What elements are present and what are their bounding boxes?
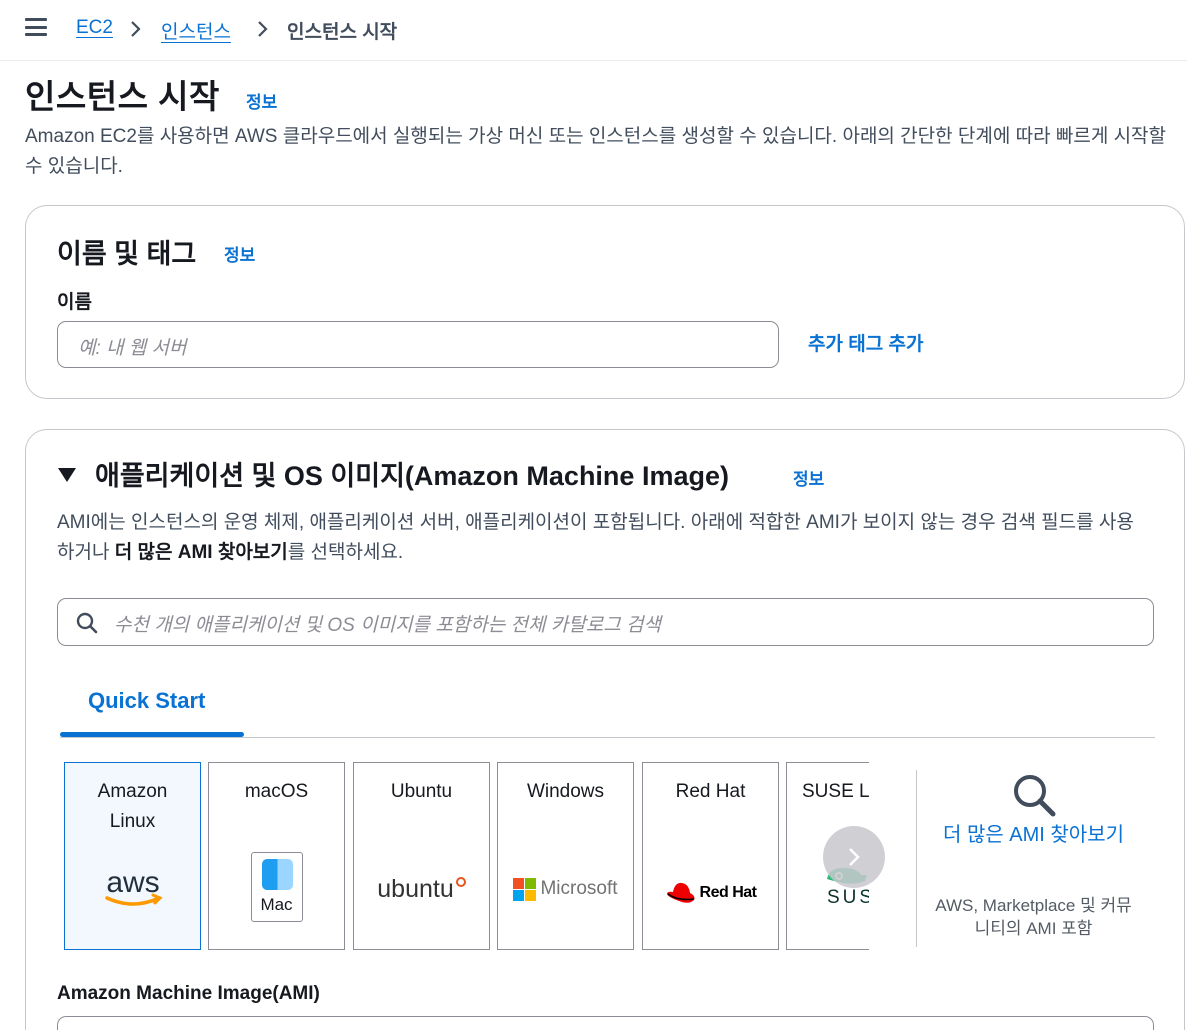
breadcrumb-instances[interactable]: 인스턴스: [161, 17, 231, 44]
chevron-right-icon: [849, 848, 860, 866]
redhat-logo-icon: Red Hat: [643, 863, 778, 923]
browse-more-amis-link[interactable]: 더 많은 AMI 찾아보기: [931, 820, 1136, 850]
top-bar: EC2 인스턴스 인스턴스 시작: [0, 0, 1187, 61]
browse-more-amis: 더 많은 AMI 찾아보기 AWS, Marketplace 및 커뮤니티의 A…: [931, 770, 1136, 950]
name-input[interactable]: 예: 내 웹 서버: [57, 321, 779, 368]
aws-logo-icon: aws: [65, 858, 200, 918]
tab-divider: [60, 737, 1155, 738]
page-description: Amazon EC2를 사용하면 AWS 클라우드에서 실행되는 가상 머신 또…: [25, 126, 1167, 177]
tile-label: Ubuntu: [390, 781, 453, 802]
ami-panel: 애플리케이션 및 OS 이미지(Amazon Machine Image) 정보…: [25, 429, 1185, 1030]
collapse-caret-icon[interactable]: [58, 468, 76, 482]
tile-label: Amazon Linux: [97, 781, 168, 832]
tile-amazon-linux[interactable]: Amazon Linux aws: [64, 762, 201, 950]
tile-label: macOS: [244, 781, 309, 802]
ami-search-placeholder: 수천 개의 애플리케이션 및 OS 이미지를 포함하는 전체 카탈로그 검색: [114, 615, 661, 636]
tile-red-hat[interactable]: Red Hat Red Hat: [642, 762, 779, 950]
svg-text:aws: aws: [106, 866, 159, 899]
microsoft-logo-icon: Microsoft: [498, 859, 633, 919]
scroll-right-button[interactable]: [823, 826, 885, 888]
ubuntu-logo-icon: ubuntu: [354, 859, 489, 919]
search-icon: [76, 612, 98, 634]
page-info-link[interactable]: 정보: [246, 88, 277, 113]
browse-more-amis-caption: AWS, Marketplace 및 커뮤니티의 AMI 포함: [935, 896, 1132, 938]
tile-ubuntu[interactable]: Ubuntu ubuntu: [353, 762, 490, 950]
name-input-placeholder: 예: 내 웹 서버: [78, 338, 187, 359]
ami-info-link[interactable]: 정보: [793, 465, 824, 490]
tile-label: Windows: [526, 781, 605, 802]
chevron-right-icon: [258, 21, 268, 37]
tiles-divider: [916, 770, 917, 947]
tile-macos[interactable]: macOS Mac: [208, 762, 345, 950]
breadcrumb-current: 인스턴스 시작: [287, 22, 398, 43]
name-tags-panel: 이름 및 태그 정보 이름 예: 내 웹 서버 추가 태그 추가: [25, 205, 1185, 399]
ami-select-label: Amazon Machine Image(AMI): [57, 983, 320, 1004]
browse-more-text: 더 많은 AMI 찾아보기: [114, 542, 288, 563]
quick-start-tiles: Amazon Linux aws macOS Mac Ubuntu ubuntu…: [64, 762, 869, 952]
tile-windows[interactable]: Windows Microsoft: [497, 762, 634, 950]
ami-description: AMI에는 인스턴스의 운영 체제, 애플리케이션 서버, 애플리케이션이 포함…: [57, 512, 1134, 563]
tab-quick-start[interactable]: Quick Start: [88, 688, 205, 714]
page-title: 인스턴스 시작: [25, 78, 220, 115]
tile-label: SUSE L: [802, 781, 869, 802]
mac-logo-icon: Mac: [209, 852, 344, 922]
ami-title: 애플리케이션 및 OS 이미지(Amazon Machine Image): [95, 461, 729, 491]
name-tags-info-link[interactable]: 정보: [224, 241, 255, 266]
name-label: 이름: [57, 292, 92, 313]
tile-label: Red Hat: [675, 781, 746, 802]
name-tags-title: 이름 및 태그: [57, 239, 197, 269]
ami-select[interactable]: [57, 1016, 1154, 1030]
ami-search-input[interactable]: 수천 개의 애플리케이션 및 OS 이미지를 포함하는 전체 카탈로그 검색: [57, 598, 1154, 646]
menu-icon[interactable]: [25, 18, 47, 36]
chevron-right-icon: [131, 21, 141, 37]
search-icon[interactable]: [1011, 772, 1057, 818]
add-tags-link[interactable]: 추가 태그 추가: [808, 329, 923, 356]
breadcrumb-ec2[interactable]: EC2: [76, 17, 113, 39]
